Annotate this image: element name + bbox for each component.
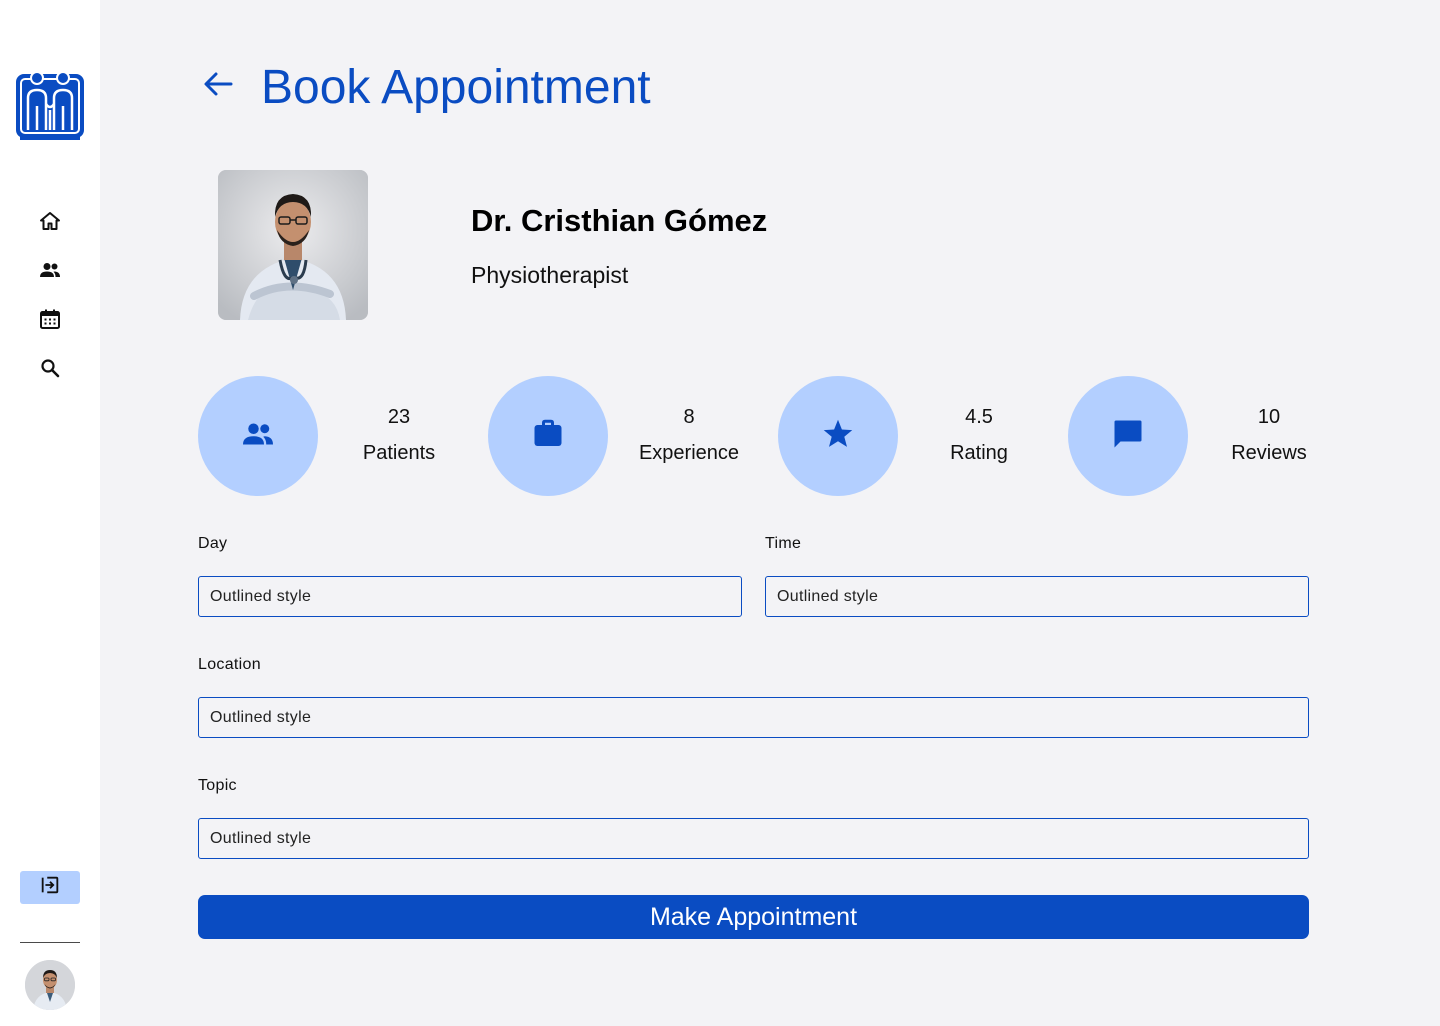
stat-rating-label: Rating <box>950 442 1008 464</box>
chat-icon <box>1110 416 1146 457</box>
people-icon <box>240 416 276 457</box>
search-icon[interactable] <box>38 356 62 380</box>
family-care-logo[interactable] <box>16 70 84 140</box>
stat-reviews-badge <box>1068 376 1188 496</box>
doctor-specialty: Physiotherapist <box>471 262 629 288</box>
star-icon <box>820 416 856 457</box>
arrow-left-icon[interactable] <box>200 66 236 102</box>
sidebar <box>0 0 100 1026</box>
stat-patients-label: Patients <box>362 442 436 464</box>
stat-patients-value: 23 <box>387 406 411 428</box>
stat-rating-badge <box>778 376 898 496</box>
stat-reviews-value: 10 <box>1257 406 1281 428</box>
topic-input[interactable] <box>198 818 1309 859</box>
stat-reviews-label: Reviews <box>1231 442 1307 464</box>
day-label: Day <box>198 535 228 552</box>
user-avatar[interactable] <box>25 960 75 1010</box>
doctor-photo <box>218 170 368 320</box>
make-appointment-button[interactable]: Make Appointment <box>198 895 1309 939</box>
doctor-name: Dr. Cristhian Gómez <box>471 203 768 238</box>
stat-experience-badge <box>488 376 608 496</box>
stat-experience-value: 8 <box>683 406 695 428</box>
stat-experience-label: Experience <box>638 442 740 464</box>
topic-label: Topic <box>198 777 237 794</box>
day-input[interactable] <box>198 576 742 617</box>
location-label: Location <box>198 656 261 673</box>
stat-patients-badge <box>198 376 318 496</box>
exit-icon <box>39 874 61 901</box>
logout-button[interactable] <box>20 871 80 904</box>
time-label: Time <box>765 535 802 552</box>
time-input[interactable] <box>765 576 1309 617</box>
briefcase-icon <box>530 416 566 457</box>
page-title: Book Appointment <box>261 61 651 114</box>
stat-rating-value: 4.5 <box>965 406 993 428</box>
location-input[interactable] <box>198 697 1309 738</box>
people-icon[interactable] <box>38 258 62 282</box>
home-icon[interactable] <box>38 209 62 233</box>
calendar-icon[interactable] <box>38 307 62 331</box>
sidebar-divider <box>20 942 80 943</box>
